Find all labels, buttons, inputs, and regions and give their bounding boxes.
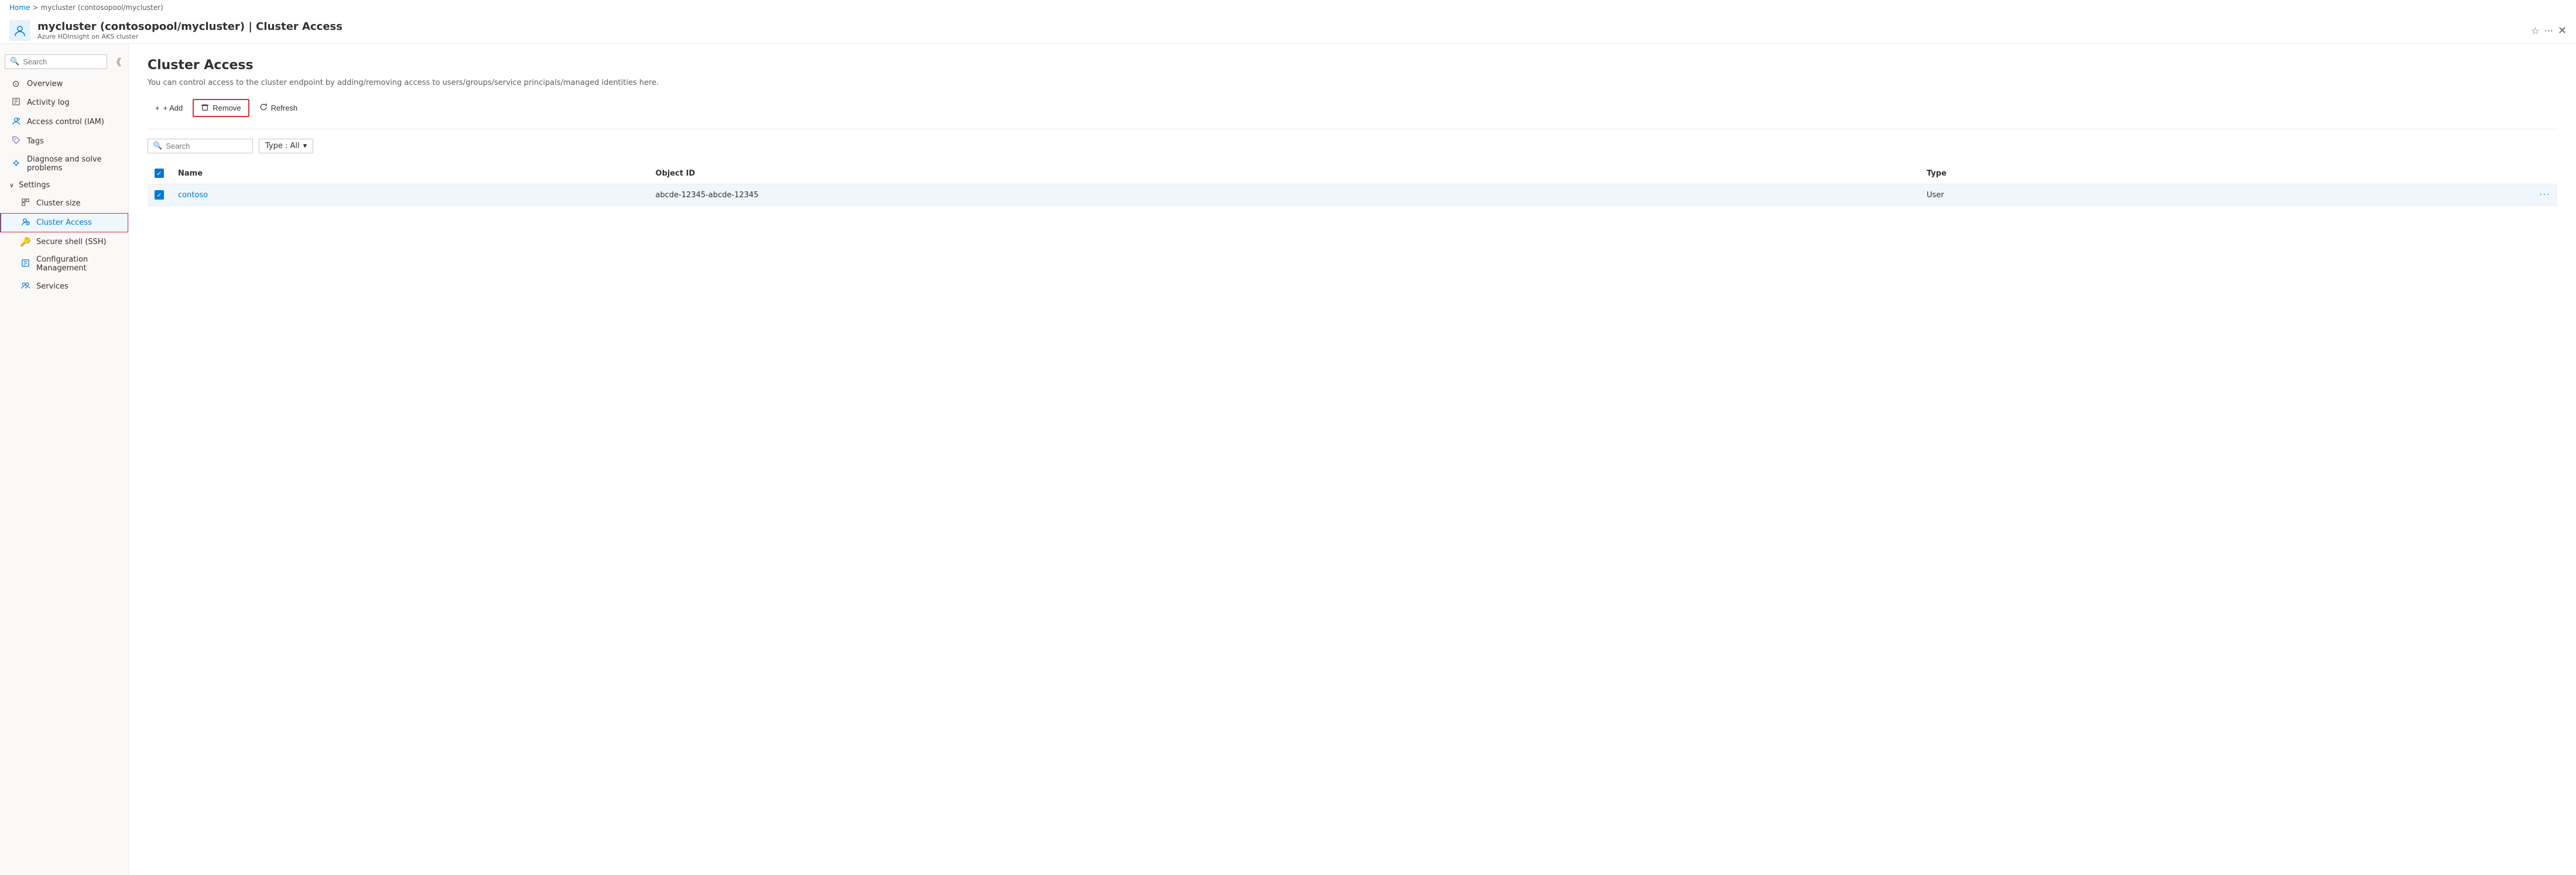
- table-body: ✓ contoso abcde-12345-abcde-12345 User ·…: [148, 184, 2557, 206]
- row-name-cell: contoso: [171, 184, 649, 206]
- content-title: Cluster Access: [148, 58, 2557, 73]
- name-column-header: Name: [171, 163, 649, 184]
- table-header-row: ✓ Name Object ID Type: [148, 163, 2557, 184]
- table-search-container[interactable]: 🔍: [148, 139, 253, 153]
- add-label: + Add: [163, 104, 183, 112]
- sidebar-search-icon: 🔍: [10, 57, 19, 66]
- add-button[interactable]: + + Add: [148, 100, 190, 116]
- table-row: ✓ contoso abcde-12345-abcde-12345 User ·…: [148, 184, 2557, 206]
- type-filter-dropdown[interactable]: Type : All ▾: [259, 139, 313, 153]
- close-icon[interactable]: ✕: [2558, 25, 2567, 37]
- refresh-label: Refresh: [271, 104, 298, 112]
- row-more-options-icon[interactable]: ···: [2540, 191, 2550, 200]
- remove-label: Remove: [213, 104, 241, 112]
- breadcrumb-home[interactable]: Home: [9, 4, 30, 12]
- row-type-cell: User: [1920, 184, 2288, 206]
- services-icon: [20, 281, 30, 292]
- access-table: ✓ Name Object ID Type ✓ contoso abcde-12…: [148, 163, 2557, 206]
- select-all-checkbox[interactable]: ✓: [155, 169, 164, 178]
- type-filter-chevron-icon: ▾: [303, 142, 307, 150]
- breadcrumb-separator: >: [32, 4, 38, 12]
- settings-chevron-icon: ∨: [9, 181, 14, 189]
- sidebar-item-label: Configuration Management: [36, 255, 119, 273]
- sidebar-item-overview[interactable]: ⊙ Overview: [0, 74, 128, 93]
- type-column-header: Type: [1920, 163, 2288, 184]
- sidebar-item-services[interactable]: Services: [0, 277, 128, 296]
- sidebar-item-tags[interactable]: Tags: [0, 132, 128, 151]
- content-description: You can control access to the cluster en…: [148, 78, 2557, 87]
- type-filter-label: Type : All: [265, 142, 300, 150]
- sidebar-item-cluster-size[interactable]: Cluster size: [0, 194, 128, 213]
- sidebar-search-input[interactable]: [23, 57, 102, 66]
- toolbar: + + Add Remove Refresh: [148, 99, 2557, 117]
- sidebar-item-label: Access control (IAM): [27, 118, 104, 126]
- header-text: mycluster (contosopool/mycluster) | Clus…: [37, 20, 2524, 40]
- page-subtitle: Azure HDInsight on AKS cluster: [37, 33, 2524, 40]
- sidebar-item-label: Secure shell (SSH): [36, 238, 107, 246]
- ssh-icon: 🔑: [20, 236, 30, 247]
- config-mgmt-icon: [20, 259, 30, 270]
- table-header: ✓ Name Object ID Type: [148, 163, 2557, 184]
- cluster-size-icon: [20, 198, 30, 209]
- sidebar-item-label: Cluster size: [36, 199, 80, 208]
- row-actions-cell[interactable]: ···: [2288, 184, 2557, 206]
- add-icon: +: [155, 104, 160, 112]
- sidebar-item-label: Overview: [27, 80, 63, 88]
- more-options-icon[interactable]: ···: [2544, 25, 2553, 36]
- table-search-input[interactable]: [166, 142, 248, 150]
- object-id-column-header: Object ID: [649, 163, 1920, 184]
- overview-icon: ⊙: [11, 78, 21, 89]
- breadcrumb-current: mycluster (contosopool/mycluster): [41, 4, 163, 12]
- filter-bar: 🔍 Type : All ▾: [148, 139, 2557, 153]
- content-area: Cluster Access You can control access to…: [129, 44, 2576, 875]
- sidebar-item-diagnose[interactable]: Diagnose and solve problems: [0, 151, 128, 177]
- row-object-id-cell: abcde-12345-abcde-12345: [649, 184, 1920, 206]
- activity-log-icon: [11, 97, 21, 108]
- tags-icon: [11, 136, 21, 147]
- favorite-icon[interactable]: ☆: [2531, 25, 2539, 36]
- actions-column-header: [2288, 163, 2557, 184]
- resource-icon: [9, 20, 30, 41]
- header-actions: ☆ ··· ✕: [2531, 25, 2567, 37]
- sidebar-item-cluster-access[interactable]: Cluster Access: [0, 213, 128, 232]
- row-checkbox-cell[interactable]: ✓: [148, 184, 171, 206]
- sidebar-item-secure-shell[interactable]: 🔑 Secure shell (SSH): [0, 232, 128, 251]
- sidebar-item-label: Cluster Access: [36, 218, 92, 227]
- row-checkbox[interactable]: ✓: [155, 190, 164, 200]
- iam-icon: [11, 116, 21, 128]
- cluster-access-icon: [20, 217, 30, 228]
- page-header: mycluster (contosopool/mycluster) | Clus…: [0, 15, 2576, 44]
- sidebar-item-label: Activity log: [27, 98, 70, 107]
- sidebar-item-label: Services: [36, 282, 68, 291]
- table-search-icon: 🔍: [153, 142, 162, 150]
- breadcrumb: Home > mycluster (contosopool/mycluster): [0, 0, 2576, 15]
- sidebar-search-container[interactable]: 🔍: [5, 54, 107, 69]
- sidebar-item-label: Diagnose and solve problems: [27, 155, 119, 173]
- sidebar-collapse-button[interactable]: 《: [109, 52, 124, 71]
- remove-icon: [201, 103, 209, 113]
- refresh-icon: [259, 103, 268, 113]
- select-all-header[interactable]: ✓: [148, 163, 171, 184]
- diagnose-icon: [11, 159, 21, 170]
- row-name-link[interactable]: contoso: [178, 191, 208, 200]
- sidebar-item-activity-log[interactable]: Activity log: [0, 93, 128, 112]
- page-title: mycluster (contosopool/mycluster) | Clus…: [37, 20, 2524, 33]
- remove-button[interactable]: Remove: [193, 99, 249, 117]
- sidebar-item-config-management[interactable]: Configuration Management: [0, 251, 128, 277]
- main-layout: 🔍 《 ⊙ Overview Activity log Access contr…: [0, 44, 2576, 875]
- sidebar-item-access-control[interactable]: Access control (IAM): [0, 112, 128, 132]
- settings-section-header[interactable]: ∨ Settings: [0, 177, 128, 194]
- sidebar: 🔍 《 ⊙ Overview Activity log Access contr…: [0, 44, 129, 875]
- settings-section-label: Settings: [19, 181, 50, 190]
- sidebar-item-label: Tags: [27, 137, 44, 146]
- refresh-button[interactable]: Refresh: [252, 99, 306, 116]
